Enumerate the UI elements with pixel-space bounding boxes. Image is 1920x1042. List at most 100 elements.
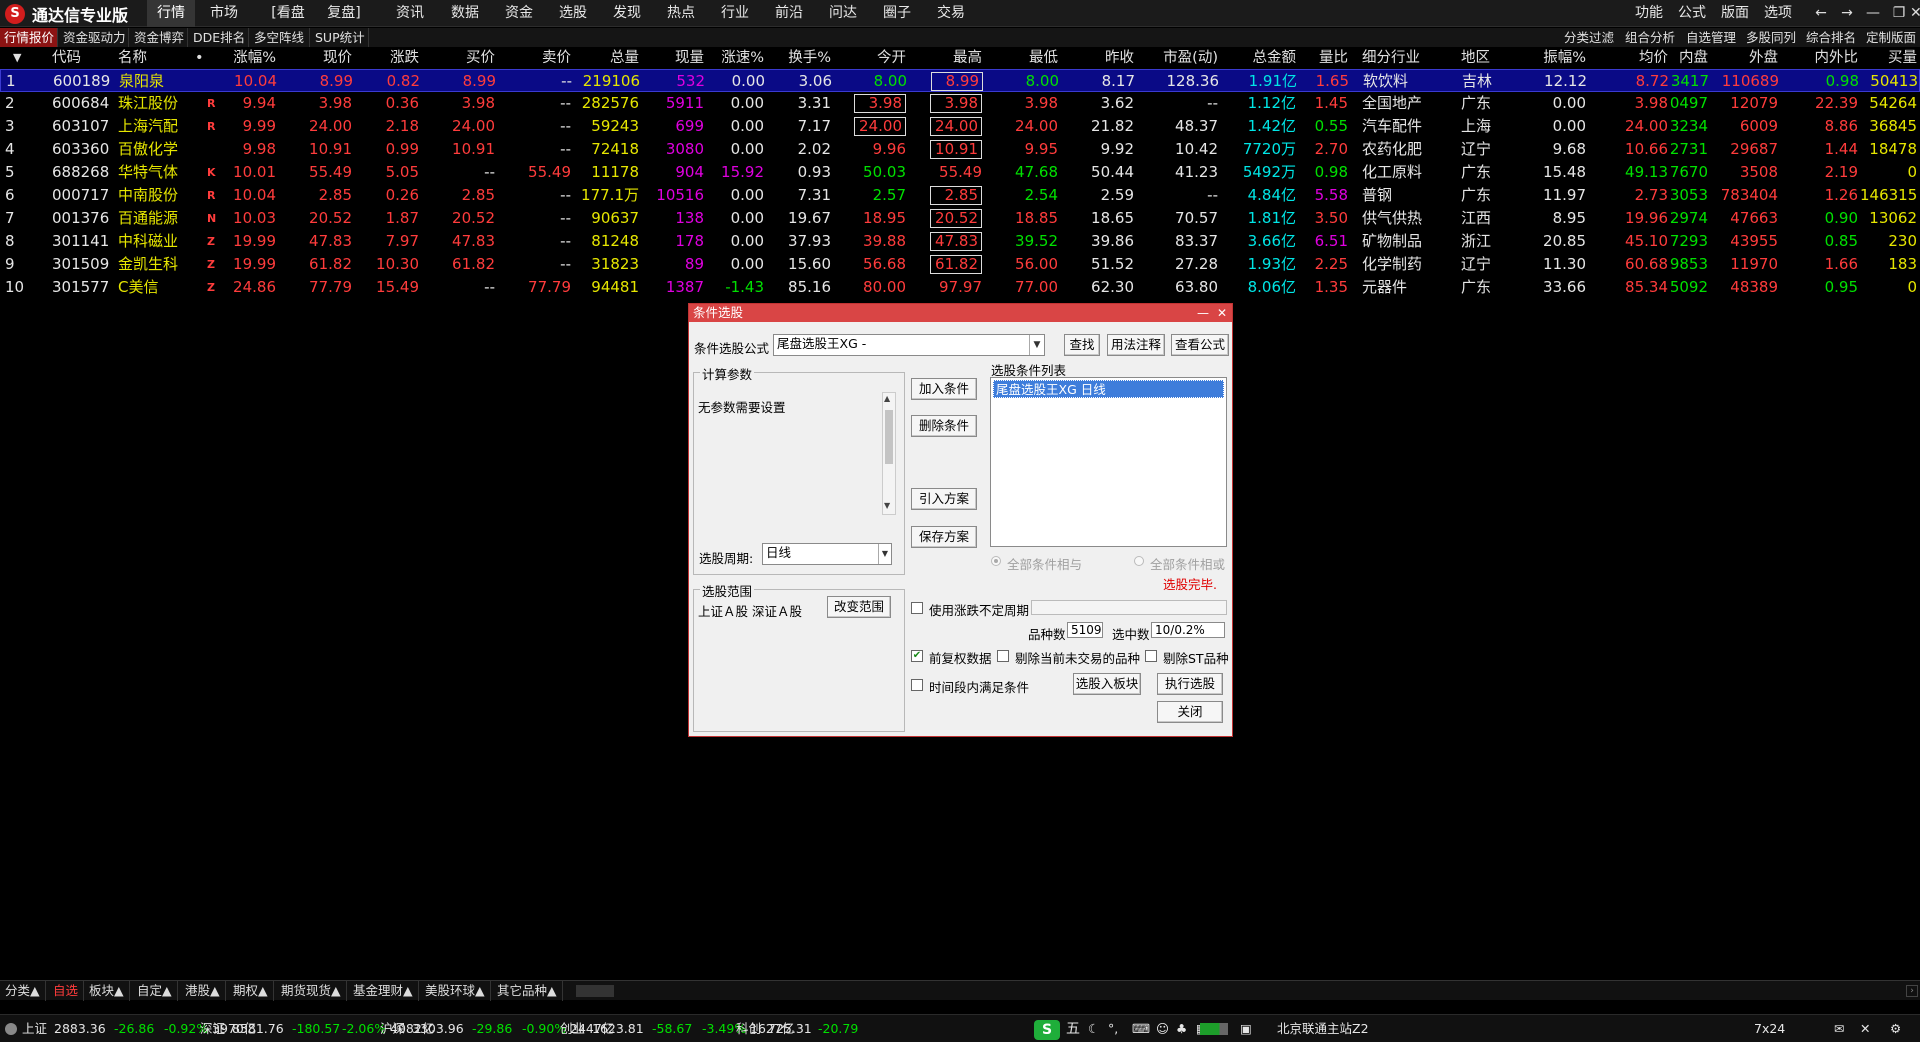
- table-row[interactable]: 1 600189 泉阳泉 10.04 8.99 0.82 8.99 -- 219106 532 0.…: [0, 69, 1920, 92]
- remove-untraded-checkbox[interactable]: [997, 650, 1009, 662]
- col-chg-pct[interactable]: 涨幅%: [230, 47, 276, 69]
- btab-custom[interactable]: 自定▲: [132, 981, 178, 1001]
- tab-sup-stats[interactable]: SUP统计: [311, 28, 369, 47]
- scroll-up-icon[interactable]: ▲: [884, 394, 890, 403]
- server-name[interactable]: 北京联通主站Z2: [1277, 1015, 1369, 1042]
- delete-condition-button[interactable]: 删除条件: [911, 415, 977, 437]
- change-range-button[interactable]: 改变范围: [827, 596, 891, 618]
- col-code[interactable]: 代码: [52, 47, 81, 69]
- btab-watchlist[interactable]: 自选: [48, 981, 85, 1001]
- menu-faxian[interactable]: 发现: [605, 0, 649, 27]
- tab-category-filter[interactable]: 分类过滤: [1564, 28, 1614, 47]
- col-region[interactable]: 地区: [1461, 47, 1490, 69]
- col-outer[interactable]: 外盘: [1736, 47, 1778, 69]
- col-io-ratio[interactable]: 内外比: [1802, 47, 1859, 69]
- back-arrow-icon[interactable]: ←: [1808, 0, 1834, 27]
- dialog-minimize-icon[interactable]: —: [1197, 304, 1209, 322]
- radio-and[interactable]: [991, 556, 1001, 566]
- tab-dde-rank[interactable]: DDE排名: [189, 28, 249, 47]
- btab-others[interactable]: 其它品种▲: [492, 981, 563, 1001]
- table-row[interactable]: 3 603107 上海汽配 R 9.99 24.00 2.18 24.00 -- 59243 699…: [0, 115, 1920, 138]
- col-diff[interactable]: 涨跌: [377, 47, 419, 69]
- btab-futures[interactable]: 期货现货▲: [276, 981, 347, 1001]
- menu-shichang[interactable]: 市场: [202, 0, 246, 27]
- menu-fupan[interactable]: 复盘]: [322, 0, 366, 27]
- save-scheme-button[interactable]: 保存方案: [911, 526, 977, 548]
- tab-watchlist-manage[interactable]: 自选管理: [1686, 28, 1736, 47]
- menu-redian[interactable]: 热点: [659, 0, 703, 27]
- btab-block[interactable]: 板块▲: [84, 981, 130, 1001]
- col-prev-close[interactable]: 昨收: [1092, 47, 1134, 69]
- col-ask[interactable]: 卖价: [529, 47, 571, 69]
- menu-wenda[interactable]: 问达: [821, 0, 865, 27]
- col-turnover[interactable]: 换手%: [783, 47, 831, 69]
- menu-hangqing[interactable]: 行情: [147, 0, 195, 27]
- scroll-down-icon[interactable]: ▼: [884, 501, 890, 510]
- btab-hk[interactable]: 港股▲: [180, 981, 226, 1001]
- col-name[interactable]: 名称: [118, 47, 147, 69]
- apparel-icon[interactable]: ♣: [1176, 1015, 1187, 1042]
- close-dialog-button[interactable]: 关闭: [1157, 701, 1223, 723]
- use-variable-period-checkbox[interactable]: [911, 602, 923, 614]
- prev-adjust-checkbox[interactable]: ✔: [911, 650, 923, 662]
- radio-or[interactable]: [1134, 556, 1144, 566]
- view-formula-button[interactable]: 查看公式: [1171, 334, 1229, 356]
- btab-us-global[interactable]: 美股环球▲: [420, 981, 491, 1001]
- menu-zixun[interactable]: 资讯: [388, 0, 432, 27]
- table-row[interactable]: 2 600684 珠江股份 R 9.94 3.98 0.36 3.98 -- 282576 5911…: [0, 92, 1920, 115]
- col-amplitude[interactable]: 振幅%: [1536, 47, 1586, 69]
- col-volume[interactable]: 总量: [597, 47, 639, 69]
- params-scrollbar[interactable]: ▲ ▼: [882, 392, 896, 515]
- col-pe[interactable]: 市盈(动): [1146, 47, 1218, 69]
- time-range-checkbox[interactable]: [911, 679, 923, 691]
- btab-funds[interactable]: 基金理财▲: [348, 981, 419, 1001]
- user-icon[interactable]: ☺: [1156, 1015, 1169, 1042]
- tab-capital-driver[interactable]: 资金驱动力: [59, 28, 129, 47]
- tab-portfolio-analysis[interactable]: 组合分析: [1625, 28, 1675, 47]
- tab-quote[interactable]: 行情报价: [0, 28, 58, 47]
- restore-icon[interactable]: ❐: [1886, 0, 1912, 27]
- condition-list-item[interactable]: 尾盘选股王XG 日线: [993, 380, 1224, 398]
- minimize-icon[interactable]: —: [1860, 0, 1886, 27]
- col-low[interactable]: 最低: [1016, 47, 1058, 69]
- col-bid[interactable]: 买价: [453, 47, 495, 69]
- tab-bull-bear[interactable]: 多空阵线: [250, 28, 310, 47]
- menu-gongneng[interactable]: 功能: [1635, 0, 1663, 27]
- forward-arrow-icon[interactable]: →: [1834, 0, 1860, 27]
- tab-custom-layout[interactable]: 定制版面: [1866, 28, 1920, 47]
- menu-shuju[interactable]: 数据: [443, 0, 487, 27]
- scroll-thumb[interactable]: [885, 410, 893, 464]
- usage-notes-button[interactable]: 用法注释: [1107, 334, 1165, 356]
- menu-kanpan[interactable]: [看盘: [266, 0, 310, 27]
- add-condition-button[interactable]: 加入条件: [911, 378, 977, 400]
- horizontal-scrollbar[interactable]: [576, 985, 614, 997]
- col-avg-price[interactable]: 均价: [1626, 47, 1668, 69]
- col-industry[interactable]: 细分行业: [1362, 47, 1420, 69]
- col-high[interactable]: 最高: [940, 47, 982, 69]
- table-row[interactable]: 7 001376 百通能源 N 10.03 20.52 1.87 20.52 -- 90637 13…: [0, 207, 1920, 230]
- menu-qianyan[interactable]: 前沿: [767, 0, 811, 27]
- menu-banmian[interactable]: 版面: [1721, 0, 1749, 27]
- index-label[interactable]: 科创: [736, 1015, 761, 1042]
- period-chevron-down-icon[interactable]: ▼: [878, 544, 891, 564]
- menu-quanzi[interactable]: 圈子: [875, 0, 919, 27]
- btab-options[interactable]: 期权▲: [228, 981, 274, 1001]
- col-amount[interactable]: 总金额: [1240, 47, 1297, 69]
- execute-pick-button[interactable]: 执行选股: [1157, 673, 1223, 695]
- tab-overall-rank[interactable]: 综合排名: [1806, 28, 1856, 47]
- message-icon[interactable]: ✉: [1834, 1015, 1844, 1042]
- menu-jiaoyi[interactable]: 交易: [929, 0, 973, 27]
- add-to-block-button[interactable]: 选股入板块: [1073, 673, 1141, 695]
- col-speed[interactable]: 涨速%: [716, 47, 764, 69]
- moon-icon[interactable]: ☾: [1088, 1015, 1099, 1042]
- dialog-close-icon[interactable]: ✕: [1217, 304, 1227, 322]
- index-label[interactable]: 深证: [200, 1015, 225, 1042]
- col-inner[interactable]: 内盘: [1666, 47, 1708, 69]
- keyboard-icon[interactable]: ⌨: [1132, 1015, 1150, 1042]
- chevron-down-icon[interactable]: ▼: [1029, 335, 1044, 355]
- menu-xuanxiang[interactable]: 选项: [1764, 0, 1792, 27]
- col-price[interactable]: 现价: [310, 47, 352, 69]
- punctuation-icon[interactable]: °,: [1108, 1015, 1118, 1042]
- col-bid-volume[interactable]: 买量: [1875, 47, 1917, 69]
- close-window-icon[interactable]: ✕: [1910, 0, 1920, 27]
